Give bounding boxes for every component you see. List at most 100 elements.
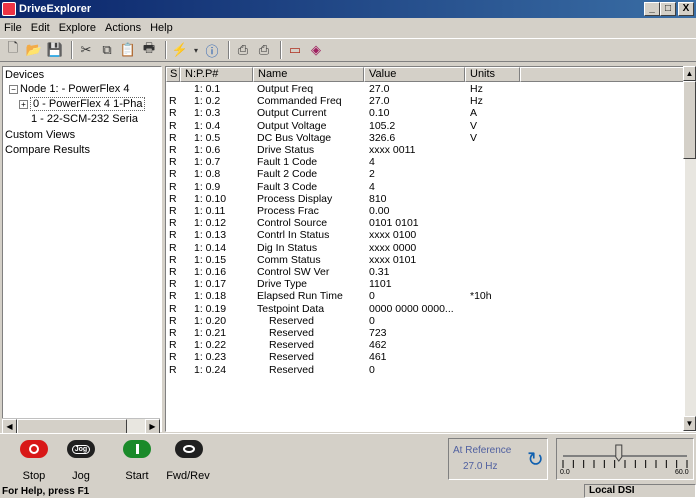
table-row[interactable]: 1: 0.1 Output Freq 27.0 Hz <box>166 83 686 95</box>
column-header-number[interactable]: N:P.P# <box>180 67 253 82</box>
paste-icon[interactable]: 📋 <box>119 41 137 59</box>
menu-actions[interactable]: Actions <box>105 22 141 34</box>
menu-explore[interactable]: Explore <box>59 22 96 34</box>
cell-number: 1: 0.20 <box>194 314 227 327</box>
connect-icon[interactable]: ⚡ <box>171 41 189 59</box>
scroll-up-icon[interactable]: ▲ <box>683 66 696 81</box>
download-icon[interactable]: ⎙ <box>255 41 273 59</box>
tree-pane: Devices − Node 1: - PowerFlex 4 +0 - Powe… <box>2 66 162 432</box>
minimize-button[interactable]: _ <box>644 2 660 16</box>
tree-horizontal-scrollbar[interactable]: ◀ ▶ <box>2 418 160 434</box>
table-row[interactable]: R 1: 0.4 Output Voltage 105.2 V <box>166 120 686 132</box>
tree-item-custom-views[interactable]: Custom Views <box>5 129 75 142</box>
menu-bar: File Edit Explore Actions Help <box>0 19 696 36</box>
table-row[interactable]: R 1: 0.5 DC Bus Voltage 326.6 V <box>166 132 686 144</box>
table-row[interactable]: R 1: 0.21 Reserved 723 <box>166 327 686 339</box>
scroll-left-icon[interactable]: ◀ <box>2 419 17 434</box>
cell-status: R <box>169 119 177 132</box>
cell-number: 1: 0.13 <box>194 229 227 242</box>
column-header-name[interactable]: Name <box>253 67 364 82</box>
jog-button-icon[interactable]: Jog <box>67 440 95 458</box>
dropdown-arrow-icon[interactable]: ▾ <box>192 41 200 59</box>
cell-value: 810 <box>369 192 387 205</box>
cell-value: xxxx 0011 <box>369 144 416 156</box>
cut-icon[interactable]: ✂ <box>77 41 95 59</box>
menu-edit[interactable]: Edit <box>31 22 50 34</box>
table-row[interactable]: R 1: 0.13 Contrl In Status xxxx 0100 <box>166 229 686 241</box>
cell-status: R <box>169 168 177 181</box>
stop-button-icon[interactable] <box>20 440 48 458</box>
monitor-icon[interactable]: ▭ <box>286 41 304 59</box>
help-book-icon[interactable]: ◈ <box>307 41 325 59</box>
print-icon[interactable]: 🖶 <box>140 40 158 59</box>
upload-icon[interactable]: ⎙ <box>234 41 252 59</box>
table-row[interactable]: R 1: 0.9 Fault 3 Code 4 <box>166 181 686 193</box>
scroll-thumb[interactable] <box>17 419 127 434</box>
table-row[interactable]: R 1: 0.16 Control SW Ver 0.31 <box>166 266 686 278</box>
cell-value: 0.10 <box>369 107 390 120</box>
new-icon[interactable]: 🗋 <box>4 40 22 59</box>
start-label[interactable]: Start <box>119 470 155 482</box>
tree-item-powerflex[interactable]: +0 - PowerFlex 4 1-Pha <box>19 97 146 111</box>
open-icon[interactable]: 📂 <box>25 41 43 59</box>
cell-value: xxxx 0000 <box>369 241 417 254</box>
cell-value: 0101 0101 <box>369 217 419 230</box>
expand-icon[interactable]: + <box>19 99 28 109</box>
table-row[interactable]: R 1: 0.2 Commanded Freq 27.0 Hz <box>166 95 686 107</box>
scroll-thumb[interactable] <box>683 81 696 159</box>
table-row[interactable]: R 1: 0.15 Comm Status xxxx 0101 <box>166 254 686 266</box>
tree-item-scm232[interactable]: 1 - 22-SCM-232 Seria <box>31 113 138 126</box>
fwd-rev-button-icon[interactable] <box>175 440 203 458</box>
table-row[interactable]: R 1: 0.23 Reserved 461 <box>166 351 686 363</box>
tree-item-devices[interactable]: Devices <box>5 69 44 82</box>
fwd-rev-label[interactable]: Fwd/Rev <box>163 470 213 482</box>
collapse-icon[interactable]: − <box>9 84 18 94</box>
table-row[interactable]: R 1: 0.20 Reserved 0 <box>166 315 686 327</box>
stop-label[interactable]: Stop <box>16 470 52 482</box>
start-button-icon[interactable] <box>123 440 151 458</box>
table-row[interactable]: R 1: 0.3 Output Current 0.10 A <box>166 107 686 119</box>
maximize-button[interactable]: □ <box>660 2 676 16</box>
table-row[interactable]: R 1: 0.19 Testpoint Data 0000 0000 0000... <box>166 303 686 315</box>
speed-slider[interactable]: 0.0 60.0 <box>556 438 694 480</box>
copy-icon[interactable]: ⧉ <box>98 41 116 59</box>
cell-name: Output Voltage <box>257 119 327 132</box>
list-vertical-scrollbar[interactable]: ▲ ▼ <box>683 66 696 431</box>
table-row[interactable]: R 1: 0.22 Reserved 462 <box>166 339 686 351</box>
table-row[interactable]: R 1: 0.14 Dig In Status xxxx 0000 <box>166 242 686 254</box>
cell-status: R <box>169 180 177 193</box>
cell-units: Hz <box>470 95 483 108</box>
cell-number: 1: 0.19 <box>194 302 227 315</box>
cell-status: R <box>169 327 177 339</box>
table-row[interactable]: R 1: 0.6 Drive Status xxxx 0011 <box>166 144 686 156</box>
table-row[interactable]: R 1: 0.8 Fault 2 Code 2 <box>166 168 686 180</box>
tree-item-node1[interactable]: − Node 1: - PowerFlex 4 <box>9 83 129 96</box>
table-row[interactable]: R 1: 0.11 Process Frac 0.00 <box>166 205 686 217</box>
refresh-icon[interactable]: ↻ <box>527 447 544 472</box>
tree-item-compare-results[interactable]: Compare Results <box>5 144 90 157</box>
cell-name: Commanded Freq <box>257 95 342 108</box>
cell-status: R <box>169 241 177 254</box>
column-header-value[interactable]: Value <box>364 67 465 82</box>
menu-help[interactable]: Help <box>150 22 173 34</box>
cell-value: 462 <box>369 339 387 352</box>
save-icon[interactable]: 💾 <box>46 41 64 59</box>
cell-value: 723 <box>369 327 387 339</box>
menu-file[interactable]: File <box>4 22 22 34</box>
jog-label[interactable]: Jog <box>63 470 99 482</box>
info-icon[interactable]: ⓘ <box>203 41 221 59</box>
column-header-units[interactable]: Units <box>465 67 520 82</box>
column-header-status[interactable]: S <box>166 67 180 82</box>
table-row[interactable]: R 1: 0.7 Fault 1 Code 4 <box>166 156 686 168</box>
close-button[interactable]: X <box>678 2 694 16</box>
table-row[interactable]: R 1: 0.17 Drive Type 1101 <box>166 278 686 290</box>
table-row[interactable]: R 1: 0.12 Control Source 0101 0101 <box>166 217 686 229</box>
scroll-right-icon[interactable]: ▶ <box>145 419 160 434</box>
table-row[interactable]: R 1: 0.24 Reserved 0 <box>166 364 686 376</box>
cell-name: Output Current <box>257 107 327 120</box>
cell-status: R <box>169 253 177 266</box>
table-row[interactable]: R 1: 0.18 Elapsed Run Time 0 *10h <box>166 290 686 302</box>
speed-slider-track <box>562 444 688 468</box>
scroll-down-icon[interactable]: ▼ <box>683 416 696 431</box>
table-row[interactable]: R 1: 0.10 Process Display 810 <box>166 193 686 205</box>
